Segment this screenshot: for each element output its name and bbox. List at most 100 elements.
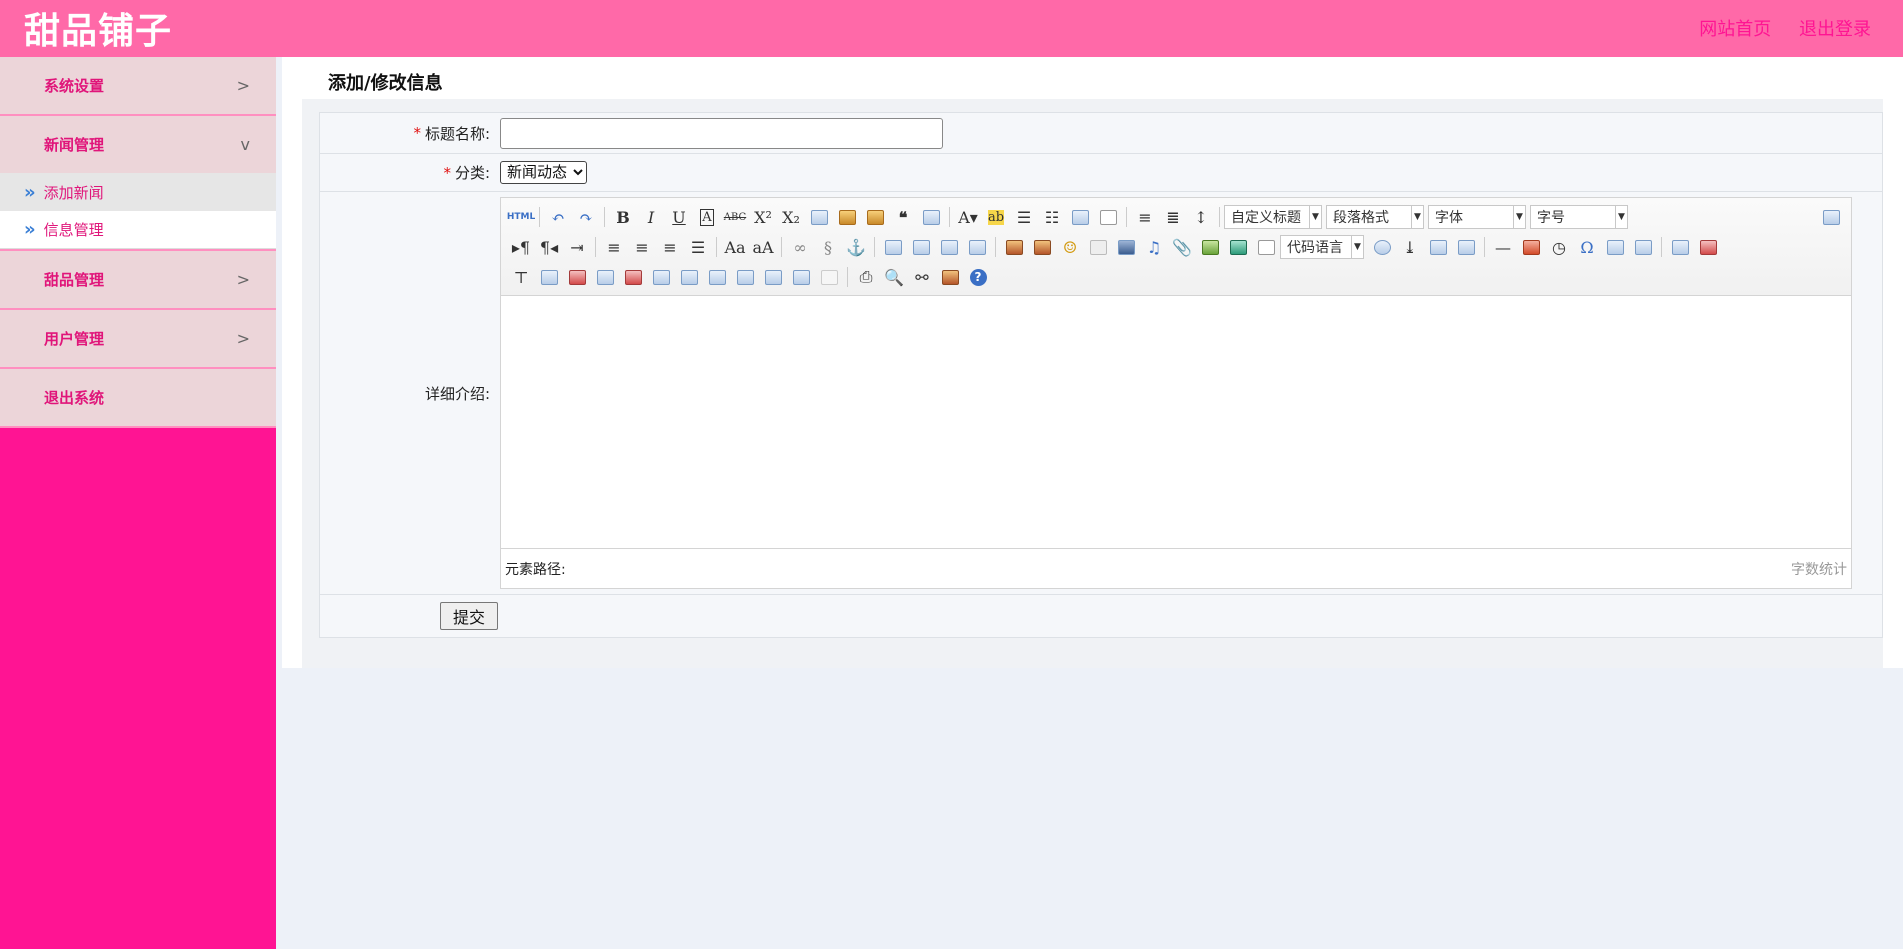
horizontal-rule-button[interactable]: — <box>1489 235 1517 259</box>
word-image-button[interactable] <box>1629 235 1657 259</box>
attachment-button[interactable]: 📎 <box>1168 235 1196 259</box>
unlink-button[interactable]: § <box>814 235 842 259</box>
insert-col-button[interactable] <box>591 265 619 289</box>
select-all-button[interactable] <box>1066 205 1094 229</box>
delete-row-button[interactable] <box>563 265 591 289</box>
sidebar-subitem-info-manage[interactable]: » 信息管理 <box>0 211 276 249</box>
gmap-button[interactable] <box>1224 235 1252 259</box>
image-left-button[interactable] <box>907 235 935 259</box>
fullscreen-button[interactable] <box>1817 205 1845 229</box>
auto-format-button[interactable] <box>861 205 889 229</box>
strikethrough-button[interactable]: ABC <box>721 205 749 229</box>
link-button[interactable]: ∞ <box>786 235 814 259</box>
submit-button[interactable]: 提交 <box>440 602 499 630</box>
sidebar-item-system-settings[interactable]: 系统设置 > <box>0 57 276 114</box>
align-left-button[interactable]: ≡ <box>600 235 628 259</box>
sidebar-item-dessert[interactable]: 甜品管理 > <box>0 251 276 308</box>
music-button[interactable]: ♫ <box>1140 235 1168 259</box>
sidebar-item-news[interactable]: 新闻管理 v <box>0 116 276 173</box>
snapscreen-button[interactable] <box>1601 235 1629 259</box>
print-button[interactable]: ⎙ <box>852 265 880 289</box>
format-brush-button[interactable] <box>833 205 861 229</box>
font-border-button[interactable]: A <box>693 205 721 229</box>
background-color-button[interactable]: ab <box>982 205 1010 229</box>
image-right-button[interactable] <box>935 235 963 259</box>
preview-button[interactable]: 🔍 <box>880 265 908 289</box>
insert-para-before-table-button[interactable]: ⊤ <box>507 265 535 289</box>
toolbar-separator <box>716 237 717 257</box>
sidebar-item-users[interactable]: 用户管理 > <box>0 310 276 367</box>
merge-cells-button[interactable] <box>647 265 675 289</box>
insert-row-button[interactable] <box>535 265 563 289</box>
merge-down-button[interactable] <box>703 265 731 289</box>
html-source-button[interactable]: HTML <box>507 205 535 229</box>
paste-plain-button[interactable] <box>917 205 945 229</box>
background-button[interactable] <box>1452 235 1480 259</box>
scrawl-button[interactable] <box>1084 235 1112 259</box>
insert-video-button[interactable] <box>1112 235 1140 259</box>
map-button[interactable] <box>1196 235 1224 259</box>
home-link[interactable]: 网站首页 <box>1699 19 1771 40</box>
underline-button[interactable]: U <box>665 205 693 229</box>
page-break-button[interactable]: ⤓ <box>1396 235 1424 259</box>
editor-content-area[interactable] <box>501 296 1851 546</box>
insert-image-button[interactable] <box>1000 235 1028 259</box>
video-icon <box>1117 239 1135 255</box>
clear-doc-button[interactable] <box>1094 205 1122 229</box>
template-button[interactable] <box>1424 235 1452 259</box>
time-button[interactable]: ◷ <box>1545 235 1573 259</box>
image-center-button[interactable] <box>963 235 991 259</box>
logout-link[interactable]: 退出登录 <box>1799 19 1871 40</box>
row-spacing-top-button[interactable]: ≡ <box>1131 205 1159 229</box>
special-chars-button[interactable]: Ω <box>1573 235 1601 259</box>
split-cols-button[interactable] <box>787 265 815 289</box>
font-color-button[interactable]: A▾ <box>954 205 982 229</box>
sidebar-subitem-add-news[interactable]: » 添加新闻 <box>0 173 276 211</box>
category-select[interactable]: 新闻动态 <box>500 161 587 184</box>
merge-right-button[interactable] <box>675 265 703 289</box>
chart-button[interactable] <box>815 265 843 289</box>
image-none-button[interactable] <box>879 235 907 259</box>
align-right-button[interactable]: ≡ <box>656 235 684 259</box>
drafts-button[interactable] <box>936 265 964 289</box>
title-input[interactable] <box>500 118 943 149</box>
line-height-button[interactable]: ↕ <box>1187 205 1215 229</box>
split-rows-button[interactable] <box>759 265 787 289</box>
web-image-button[interactable] <box>1368 235 1396 259</box>
bold-button[interactable]: B <box>609 205 637 229</box>
row-spacing-bottom-button[interactable]: ≣ <box>1159 205 1187 229</box>
date-button[interactable] <box>1517 235 1545 259</box>
split-cells-button[interactable] <box>731 265 759 289</box>
justify-button[interactable]: ☰ <box>684 235 712 259</box>
align-center-button[interactable]: ≡ <box>628 235 656 259</box>
code-language-dropdown[interactable]: 代码语言 ▼ <box>1280 235 1364 259</box>
rtl-button[interactable]: ¶◂ <box>535 235 563 259</box>
insert-table-button[interactable] <box>1666 235 1694 259</box>
indent-button[interactable]: ⇥ <box>563 235 591 259</box>
paragraph-dropdown[interactable]: 段落格式 ▼ <box>1326 205 1424 229</box>
italic-button[interactable]: I <box>637 205 665 229</box>
superscript-button[interactable]: X² <box>749 205 777 229</box>
lowercase-button[interactable]: aA <box>749 235 777 259</box>
font-size-dropdown[interactable]: 字号 ▼ <box>1530 205 1628 229</box>
eraser-button[interactable] <box>805 205 833 229</box>
undo-button[interactable]: ↶ <box>544 205 572 229</box>
anchor-button[interactable]: ⚓ <box>842 235 870 259</box>
emotion-button[interactable]: ☺ <box>1056 235 1084 259</box>
redo-button[interactable]: ↷ <box>572 205 600 229</box>
insert-frame-button[interactable] <box>1252 235 1280 259</box>
font-family-dropdown[interactable]: 字体 ▼ <box>1428 205 1526 229</box>
ordered-list-button[interactable]: ☰ <box>1010 205 1038 229</box>
help-button[interactable]: ? <box>964 265 992 289</box>
subscript-button[interactable]: X₂ <box>777 205 805 229</box>
custom-title-dropdown[interactable]: 自定义标题 ▼ <box>1224 205 1322 229</box>
unordered-list-button[interactable]: ☷ <box>1038 205 1066 229</box>
blockquote-button[interactable]: ❝ <box>889 205 917 229</box>
delete-table-button[interactable] <box>1694 235 1722 259</box>
uppercase-button[interactable]: Aa <box>721 235 749 259</box>
multi-image-button[interactable] <box>1028 235 1056 259</box>
search-replace-button[interactable]: ⚯ <box>908 265 936 289</box>
delete-col-button[interactable] <box>619 265 647 289</box>
ltr-button[interactable]: ▸¶ <box>507 235 535 259</box>
sidebar-item-exit-system[interactable]: 退出系统 <box>0 369 276 426</box>
